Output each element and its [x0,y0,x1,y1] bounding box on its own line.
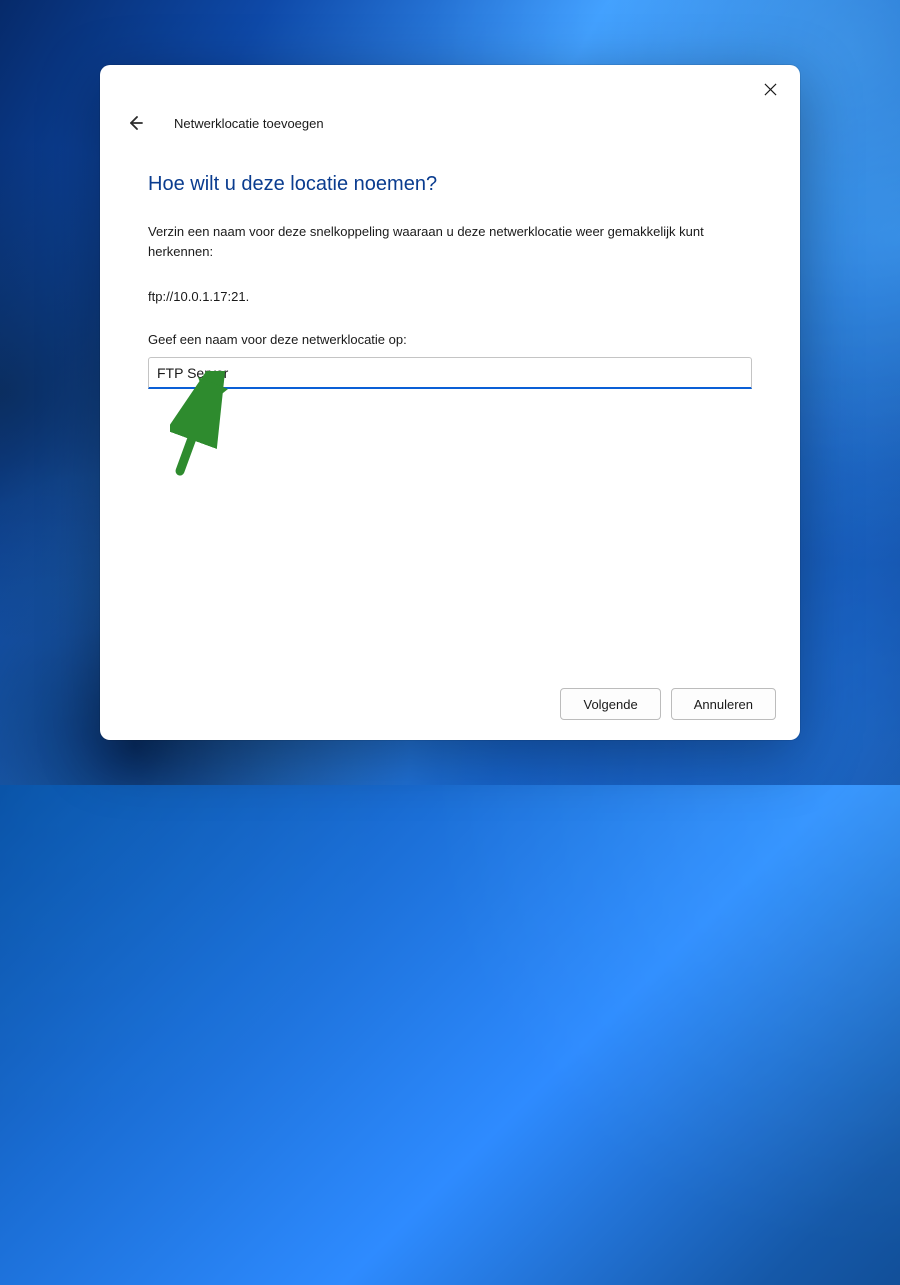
input-label: Geef een naam voor deze netwerklocatie o… [148,332,752,347]
location-name-input[interactable] [148,357,752,389]
annotation-arrow-icon [170,371,230,481]
dialog-header: Netwerklocatie toevoegen [100,105,800,141]
close-button[interactable] [754,75,786,103]
dialog-content: Hoe wilt u deze locatie noemen? Verzin e… [100,141,800,671]
dialog-footer: Volgende Annuleren [100,671,800,740]
instruction-text: Verzin een naam voor deze snelkoppeling … [148,222,752,261]
wizard-title: Netwerklocatie toevoegen [174,116,324,131]
arrow-left-icon [127,115,143,131]
page-heading: Hoe wilt u deze locatie noemen? [148,173,752,196]
cancel-button[interactable]: Annuleren [671,688,776,720]
titlebar [100,65,800,105]
close-icon [764,83,777,96]
next-button[interactable]: Volgende [560,688,660,720]
address-text: ftp://10.0.1.17:21. [148,289,752,304]
wizard-dialog: Netwerklocatie toevoegen Hoe wilt u deze… [100,65,800,740]
back-button[interactable] [124,112,146,134]
